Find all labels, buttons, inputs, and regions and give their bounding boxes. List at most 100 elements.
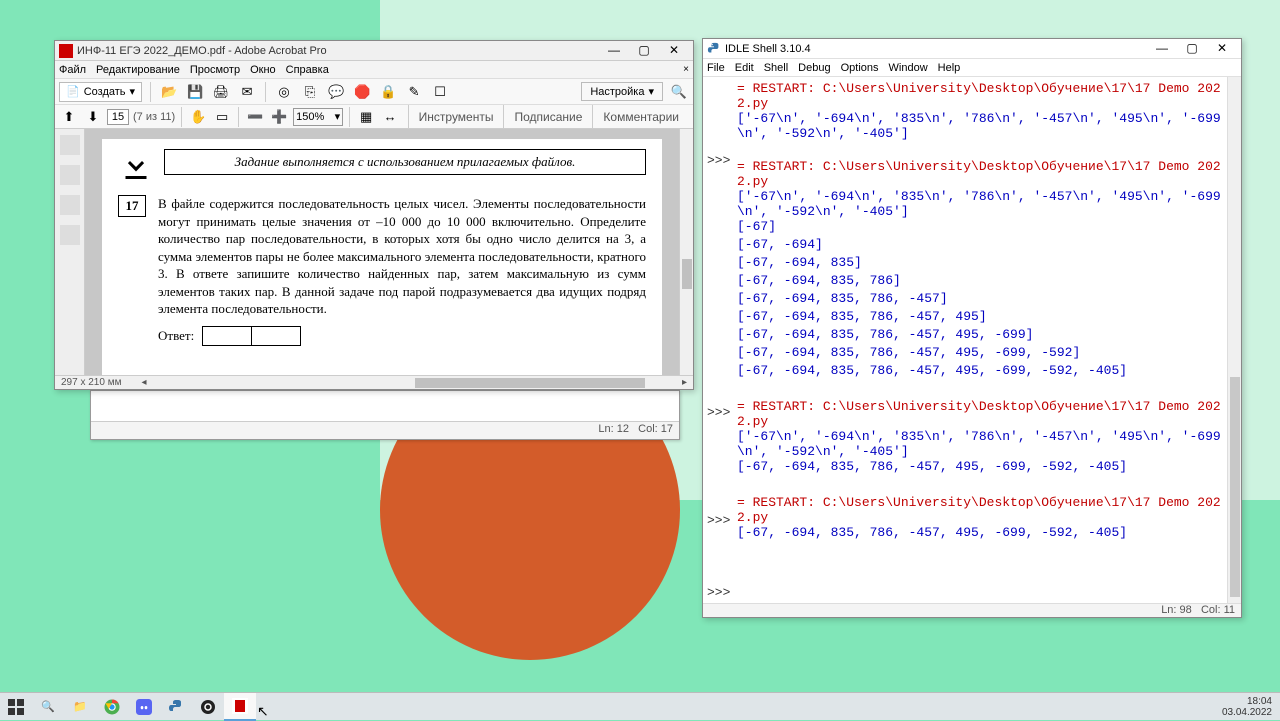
taskbar-discord-icon[interactable] (128, 693, 160, 721)
prompt-marker (707, 207, 735, 243)
settings-button[interactable]: Настройка ▾ (581, 82, 663, 101)
scrollbar-thumb[interactable] (1230, 377, 1240, 597)
scroll-left-icon[interactable]: ◂ (141, 377, 146, 388)
taskbar-explorer-icon[interactable]: 📁 (64, 693, 96, 721)
tool-icon[interactable]: 🛑 (352, 82, 372, 102)
menu-options[interactable]: Options (841, 62, 879, 74)
create-button[interactable]: 📄 Создать ▾ (59, 82, 142, 102)
sign-icon[interactable]: ✎ (404, 82, 424, 102)
create-icon: 📄 (66, 85, 80, 98)
system-tray[interactable]: 18:04 03.04.2022 (1214, 696, 1280, 718)
bookmarks-icon[interactable] (60, 165, 80, 185)
zoom-in-icon[interactable]: ➕ (269, 107, 289, 127)
vertical-scrollbar[interactable] (679, 129, 693, 375)
fit-width-icon[interactable]: ↔ (380, 107, 400, 127)
chevron-down-icon: ▾ (130, 85, 136, 98)
scrollbar-thumb[interactable] (415, 378, 645, 388)
tray-time: 18:04 (1222, 696, 1272, 707)
minimize-button[interactable]: — (599, 42, 629, 60)
acrobat-toolbar-secondary: ⬆ ⬇ (7 из 11) ✋ ▭ ➖ ➕ 150% ▾ ▦ ↔ Инструм… (55, 105, 693, 129)
document-viewport[interactable]: Задание выполняется с использованием при… (85, 129, 679, 375)
zoom-out-icon[interactable]: ➖ (245, 107, 265, 127)
form-icon[interactable]: ☐ (430, 82, 450, 102)
idle-console[interactable]: >>>>>>>>>>>> = RESTART: C:\Users\Univers… (703, 77, 1241, 603)
page-down-icon[interactable]: ⬇ (83, 107, 103, 127)
page-number-input[interactable] (107, 109, 129, 125)
chevron-down-icon: ▾ (335, 110, 341, 123)
taskbar-obs-icon[interactable] (192, 693, 224, 721)
menu-window[interactable]: Окно (250, 64, 276, 76)
vertical-scrollbar[interactable] (1227, 77, 1241, 603)
tool-icon[interactable]: ⎘ (300, 82, 320, 102)
print-icon[interactable]: 🖨 (211, 82, 231, 102)
console-line: [-67, -694, 835, 786, -457] (737, 291, 1223, 309)
acrobat-right-tabs: Инструменты Подписание Комментарии (408, 105, 689, 128)
zoom-select[interactable]: 150% ▾ (293, 108, 343, 126)
console-line: [-67, -694, 835, 786, -457, 495] (737, 309, 1223, 327)
page-up-icon[interactable]: ⬆ (59, 107, 79, 127)
acrobat-window: ИНФ-11 ЕГЭ 2022_ДЕМО.pdf - Adobe Acrobat… (54, 40, 694, 390)
signatures-icon[interactable] (60, 225, 80, 245)
tool-icon[interactable]: 💬 (326, 82, 346, 102)
hand-tool-icon[interactable]: ✋ (188, 107, 208, 127)
prompt-marker (707, 297, 735, 315)
console-line: = RESTART: C:\Users\University\Desktop\О… (737, 399, 1223, 429)
tool-icon[interactable]: ◎ (274, 82, 294, 102)
tool-icon[interactable]: 🔒 (378, 82, 398, 102)
attachments-icon[interactable] (60, 195, 80, 215)
maximize-button[interactable]: ▢ (1177, 40, 1207, 58)
tab-tools[interactable]: Инструменты (408, 105, 504, 128)
prompt-marker: >>> (707, 585, 735, 603)
menu-file[interactable]: Файл (59, 64, 86, 76)
mail-icon[interactable]: ✉ (237, 82, 257, 102)
taskbar-acrobat-icon[interactable] (224, 693, 256, 721)
menu-view[interactable]: Просмотр (190, 64, 240, 76)
minimize-button[interactable]: — (1147, 40, 1177, 58)
prompt-marker: >>> (707, 513, 735, 531)
console-line: [-67, -694, 835, 786] (737, 273, 1223, 291)
scroll-right-icon[interactable]: ▸ (682, 377, 687, 388)
console-line (737, 381, 1223, 399)
select-tool-icon[interactable]: ▭ (212, 107, 232, 127)
taskbar-chrome-icon[interactable] (96, 693, 128, 721)
menu-edit[interactable]: Редактирование (96, 64, 180, 76)
prompt-marker (707, 81, 735, 117)
menu-shell[interactable]: Shell (764, 62, 788, 74)
menu-edit[interactable]: Edit (735, 62, 754, 74)
start-button[interactable] (0, 693, 32, 721)
search-icon[interactable]: 🔍 (669, 82, 689, 102)
prompt-marker (707, 351, 735, 369)
fit-page-icon[interactable]: ▦ (356, 107, 376, 127)
chevron-down-icon: ▾ (648, 85, 654, 98)
save-icon[interactable]: 💾 (185, 82, 205, 102)
scrollbar-thumb[interactable] (682, 259, 692, 289)
thumbnails-icon[interactable] (60, 135, 80, 155)
tab-sign[interactable]: Подписание (503, 105, 592, 128)
horizontal-scrollbar[interactable]: 297 x 210 мм ◂ ▸ (55, 375, 693, 389)
python-icon (707, 42, 721, 56)
answer-label: Ответ: (158, 328, 194, 344)
menu-help[interactable]: Help (938, 62, 961, 74)
menu-window[interactable]: Window (889, 62, 928, 74)
console-line: [-67, -694, 835, 786, -457, 495, -699, -… (737, 345, 1223, 363)
prompt-marker (707, 387, 735, 405)
open-icon[interactable]: 📂 (159, 82, 179, 102)
menu-debug[interactable]: Debug (798, 62, 830, 74)
acrobat-titlebar[interactable]: ИНФ-11 ЕГЭ 2022_ДЕМО.pdf - Adobe Acrobat… (55, 41, 693, 61)
prompt-marker (707, 279, 735, 297)
editor-status-bar: Ln: 12 Col: 17 (91, 421, 679, 439)
close-button[interactable]: ✕ (1207, 40, 1237, 58)
console-line: [-67, -694, 835, 786, -457, 495, -699, -… (737, 459, 1223, 477)
maximize-button[interactable]: ▢ (629, 42, 659, 60)
tray-date: 03.04.2022 (1222, 707, 1272, 718)
tab-comments[interactable]: Комментарии (592, 105, 689, 128)
idle-window: IDLE Shell 3.10.4 — ▢ ✕ File Edit Shell … (702, 38, 1242, 618)
prompt-marker (707, 567, 735, 585)
close-button[interactable]: ✕ (659, 42, 689, 60)
taskbar-idle-icon[interactable] (160, 693, 192, 721)
idle-titlebar[interactable]: IDLE Shell 3.10.4 — ▢ ✕ (703, 39, 1241, 59)
menu-help[interactable]: Справка (286, 64, 329, 76)
menu-file[interactable]: File (707, 62, 725, 74)
taskbar-search-icon[interactable]: 🔍 (32, 693, 64, 721)
menubar-close-icon[interactable]: × (683, 64, 689, 75)
